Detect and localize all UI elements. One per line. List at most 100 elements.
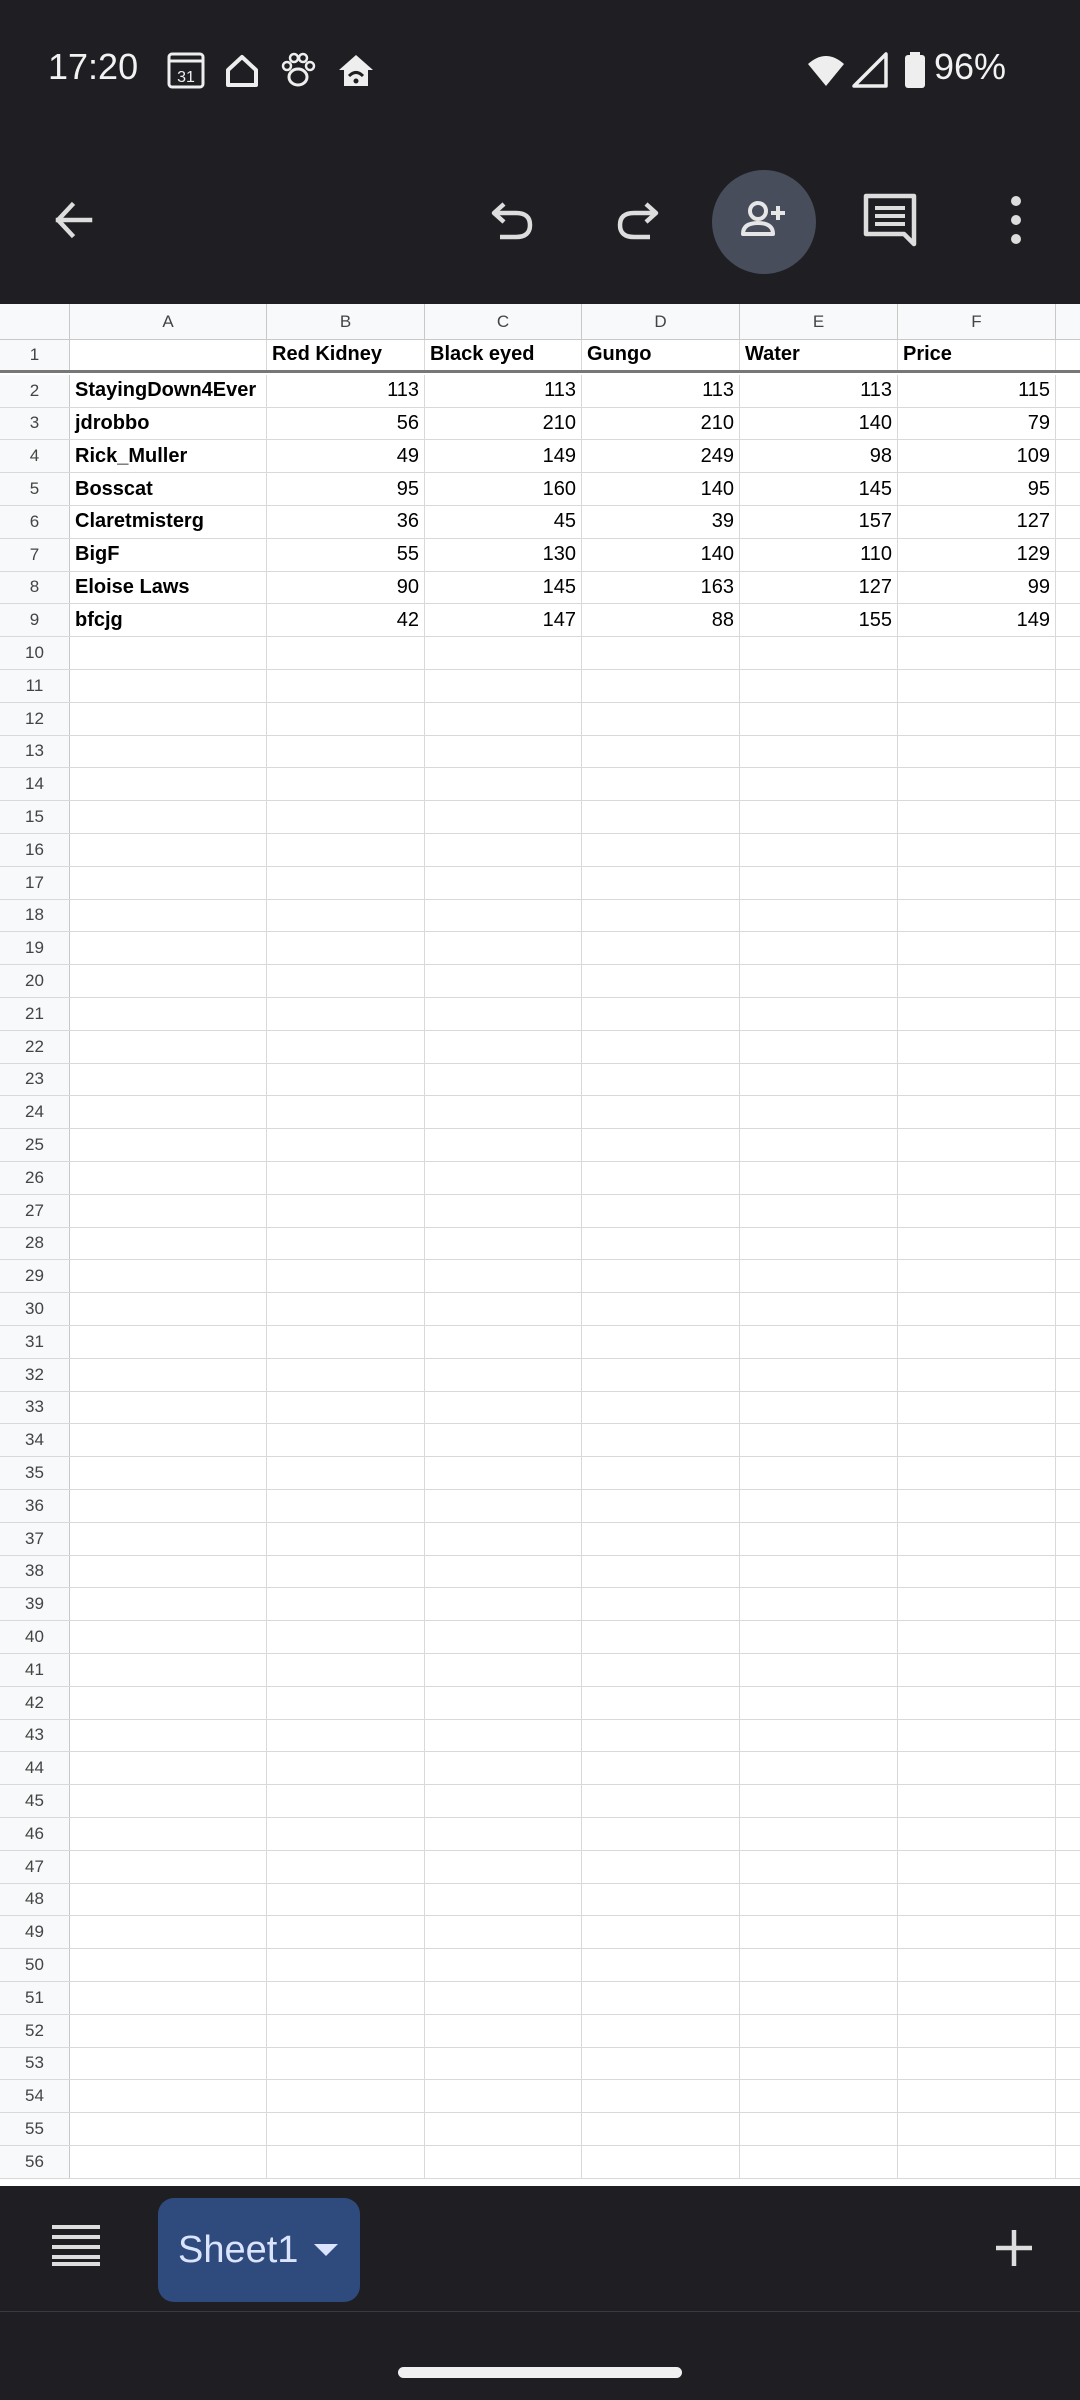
cell-b[interactable]: 55 (267, 538, 425, 571)
cell-a[interactable] (70, 1752, 267, 1785)
cell-f[interactable] (898, 1850, 1056, 1883)
cell-c[interactable] (425, 2014, 582, 2047)
row-number[interactable]: 36 (0, 1490, 70, 1522)
cell-b[interactable] (267, 1982, 425, 2014)
cell-e[interactable] (740, 1162, 898, 1194)
cell-c[interactable] (425, 702, 582, 735)
cell-e[interactable] (740, 1883, 898, 1916)
cell-d[interactable] (582, 998, 740, 1030)
cell-f[interactable] (898, 1293, 1056, 1325)
cell-c[interactable] (425, 1293, 582, 1325)
cell-d[interactable] (582, 2146, 740, 2178)
cell-f[interactable]: 129 (898, 538, 1056, 571)
cell-c[interactable] (425, 1785, 582, 1817)
cell-e[interactable] (740, 1949, 898, 1981)
cell-b[interactable] (267, 932, 425, 965)
cell-a[interactable] (70, 1949, 267, 1981)
row-number[interactable]: 3 (0, 407, 70, 440)
cell-b[interactable] (267, 1424, 425, 1457)
cell-f[interactable] (898, 998, 1056, 1030)
cell-d[interactable] (582, 1030, 740, 1063)
column-header-f[interactable]: F (898, 304, 1056, 340)
cell-f[interactable] (898, 1916, 1056, 1949)
row-number[interactable]: 35 (0, 1457, 70, 1489)
row-number[interactable]: 39 (0, 1588, 70, 1621)
cell-f[interactable] (898, 1391, 1056, 1424)
cell-d[interactable] (582, 1162, 740, 1194)
cell-b[interactable] (267, 1030, 425, 1063)
cell-e[interactable] (740, 768, 898, 801)
cell-d[interactable] (582, 1719, 740, 1752)
cell-d[interactable] (582, 1424, 740, 1457)
cell-b[interactable]: 42 (267, 604, 425, 637)
cell-d[interactable] (582, 801, 740, 833)
cell-d[interactable] (582, 1194, 740, 1227)
cell-f[interactable]: Price (898, 340, 1056, 370)
cell-e[interactable] (740, 637, 898, 669)
cell-f[interactable] (898, 1162, 1056, 1194)
cell-c[interactable] (425, 637, 582, 669)
cell-e[interactable]: 157 (740, 506, 898, 538)
cell-f[interactable]: 95 (898, 473, 1056, 505)
cell-c[interactable]: 147 (425, 604, 582, 637)
cell-a[interactable] (70, 1490, 267, 1522)
cell-f[interactable] (898, 1555, 1056, 1588)
cell-d[interactable] (582, 1358, 740, 1391)
row-number[interactable]: 17 (0, 866, 70, 899)
cell-d[interactable] (582, 670, 740, 702)
cell-c[interactable] (425, 1030, 582, 1063)
cell-d[interactable] (582, 2113, 740, 2145)
row-number[interactable]: 48 (0, 1883, 70, 1916)
cell-e[interactable] (740, 1621, 898, 1653)
cell-b[interactable] (267, 866, 425, 899)
cell-d[interactable] (582, 834, 740, 866)
row-number[interactable]: 21 (0, 998, 70, 1030)
cell-a[interactable] (70, 2014, 267, 2047)
cell-e[interactable]: 113 (740, 374, 898, 407)
row-number[interactable]: 15 (0, 801, 70, 833)
cell-b[interactable] (267, 1162, 425, 1194)
cell-b[interactable] (267, 899, 425, 932)
row-number[interactable]: 25 (0, 1129, 70, 1161)
row-number[interactable]: 54 (0, 2080, 70, 2113)
cell-a[interactable] (70, 768, 267, 801)
cell-c[interactable] (425, 1358, 582, 1391)
cell-e[interactable] (740, 1555, 898, 1588)
cell-e[interactable]: 140 (740, 407, 898, 440)
cell-e[interactable] (740, 1686, 898, 1719)
cell-b[interactable] (267, 1260, 425, 1293)
cell-f[interactable] (898, 1818, 1056, 1850)
cell-c[interactable]: 149 (425, 440, 582, 473)
cell-c[interactable] (425, 2047, 582, 2080)
cell-c[interactable] (425, 2113, 582, 2145)
cell-c[interactable] (425, 1391, 582, 1424)
cell-f[interactable] (898, 1030, 1056, 1063)
cell-c[interactable] (425, 1194, 582, 1227)
cell-c[interactable] (425, 1129, 582, 1161)
cell-a[interactable]: bfcjg (70, 604, 267, 637)
cell-f[interactable] (898, 1654, 1056, 1686)
cell-b[interactable] (267, 1457, 425, 1489)
cell-b[interactable] (267, 1916, 425, 1949)
cell-f[interactable] (898, 1326, 1056, 1358)
cell-c[interactable] (425, 1096, 582, 1129)
cell-c[interactable] (425, 1982, 582, 2014)
cell-f[interactable] (898, 2146, 1056, 2178)
cell-f[interactable] (898, 801, 1056, 833)
cell-e[interactable] (740, 1129, 898, 1161)
cell-b[interactable]: 56 (267, 407, 425, 440)
cell-c[interactable]: 113 (425, 374, 582, 407)
cell-d[interactable] (582, 1391, 740, 1424)
cell-b[interactable] (267, 1227, 425, 1260)
cell-d[interactable]: 163 (582, 571, 740, 604)
row-number[interactable]: 49 (0, 1916, 70, 1949)
cell-f[interactable] (898, 1621, 1056, 1653)
cell-f[interactable] (898, 834, 1056, 866)
cell-f[interactable] (898, 1883, 1056, 1916)
row-number[interactable]: 9 (0, 604, 70, 637)
cell-c[interactable] (425, 834, 582, 866)
cell-d[interactable] (582, 932, 740, 965)
column-header-a[interactable]: A (70, 304, 267, 340)
cell-d[interactable] (582, 1063, 740, 1096)
cell-c[interactable] (425, 1916, 582, 1949)
